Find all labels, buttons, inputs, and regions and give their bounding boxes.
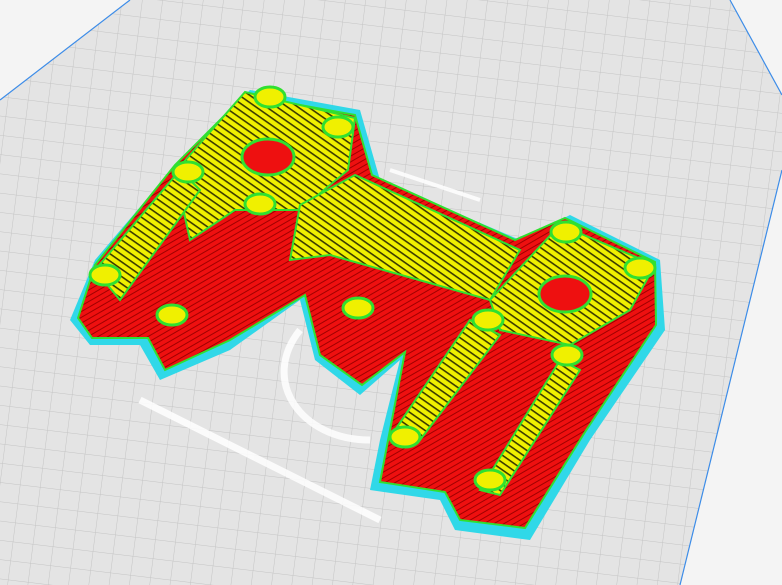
3d-print-preview-viewport[interactable] xyxy=(0,0,782,585)
